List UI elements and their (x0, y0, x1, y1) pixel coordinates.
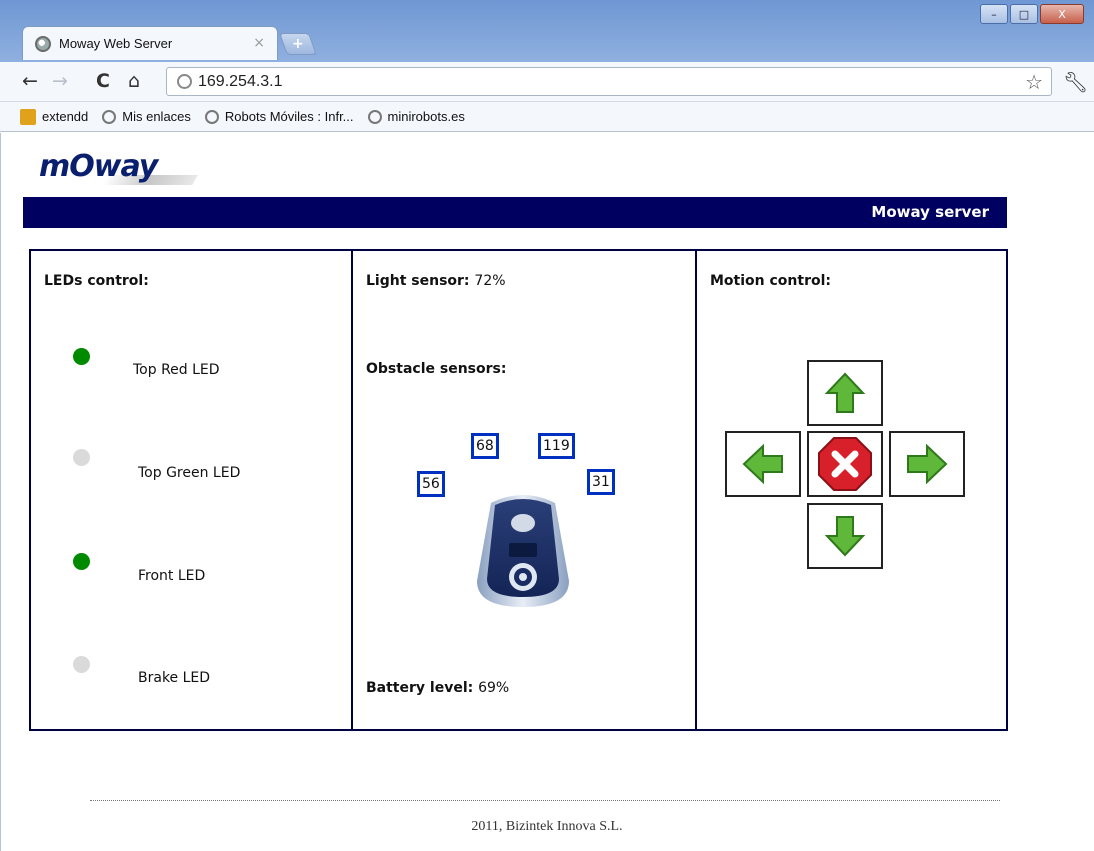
move-forward-button[interactable] (807, 360, 883, 426)
motion-panel: Motion control: (697, 251, 1006, 729)
bookmark-star-icon[interactable]: ☆ (1025, 70, 1043, 94)
browser-tab[interactable]: Moway Web Server × (22, 26, 278, 60)
footer-copyright: 2011, Bizintek Innova S.L. (471, 819, 623, 834)
led-indicator-on[interactable] (73, 348, 90, 365)
wrench-icon[interactable]: 🔧︎ (1063, 70, 1088, 94)
led-label: Top Red LED (133, 362, 220, 378)
globe-icon (177, 74, 192, 89)
bookmark-item[interactable]: Mis enlaces (102, 109, 191, 124)
extension-icon (20, 108, 36, 125)
led-row-front[interactable]: Front LED (31, 553, 351, 584)
minimize-button[interactable]: – (980, 4, 1008, 24)
maximize-button[interactable]: □ (1010, 4, 1038, 24)
led-indicator-off[interactable] (73, 656, 90, 673)
page-edge (0, 133, 10, 851)
turn-right-button[interactable] (889, 431, 965, 497)
url-text: 169.254.3.1 (198, 72, 283, 90)
plus-icon: + (292, 36, 304, 52)
close-window-button[interactable]: X (1040, 4, 1084, 24)
obstacle-value-left-side: 56 (417, 471, 445, 497)
home-icon[interactable]: ⌂ (128, 70, 140, 92)
new-tab-button[interactable]: + (278, 33, 318, 55)
battery-value: 69% (478, 680, 510, 696)
led-row-top-red[interactable]: Top Red LED (31, 348, 351, 378)
bookmarks-bar: extendd Mis enlaces Robots Móviles : Inf… (0, 102, 1094, 132)
turn-left-button[interactable] (725, 431, 801, 497)
tab-close-icon[interactable]: × (253, 35, 265, 51)
light-sensor-readout: Light sensor: 72% (366, 273, 506, 289)
browser-toolbar: ← → C ⌂ 169.254.3.1 ☆ 🔧︎ (0, 62, 1094, 102)
motion-heading: Motion control: (710, 273, 831, 289)
obstacle-value-right-center: 119 (538, 433, 575, 459)
web-page: mOway Moway server LEDs control: Top Red… (0, 133, 1094, 851)
globe-icon (102, 109, 117, 124)
sensors-panel: Light sensor: 72% Obstacle sensors: 56 6… (353, 251, 697, 729)
led-indicator-on[interactable] (73, 553, 90, 570)
control-panels: LEDs control: Top Red LED Top Green LED … (29, 249, 1008, 731)
move-backward-button[interactable] (807, 503, 883, 569)
logo-text: mOway (39, 149, 158, 184)
footer-divider (90, 800, 1000, 801)
arrow-left-icon (742, 443, 783, 485)
bookmark-label: Mis enlaces (122, 109, 191, 124)
bookmark-item[interactable]: Robots Móviles : Infr... (204, 109, 354, 124)
led-label: Front LED (138, 568, 206, 584)
tab-title: Moway Web Server (59, 36, 173, 51)
bookmark-label: extendd (42, 109, 89, 124)
browser-titlebar: – □ X Moway Web Server × + (0, 0, 1094, 62)
bookmark-label: minirobots.es (387, 109, 465, 124)
led-label: Top Green LED (138, 465, 241, 481)
light-sensor-label: Light sensor: (366, 273, 470, 289)
globe-icon (367, 109, 382, 124)
leds-panel: LEDs control: Top Red LED Top Green LED … (31, 251, 353, 729)
battery-label: Battery level: (366, 680, 474, 696)
battery-readout: Battery level: 69% (366, 680, 509, 696)
led-row-top-green[interactable]: Top Green LED (31, 449, 351, 481)
bookmark-label: Robots Móviles : Infr... (224, 109, 354, 124)
forward-arrow-icon[interactable]: → (52, 70, 68, 92)
led-indicator-off[interactable] (73, 449, 90, 466)
stop-button[interactable] (807, 431, 883, 497)
moway-robot-image (477, 495, 569, 607)
obstacle-heading: Obstacle sensors: (366, 361, 507, 377)
back-arrow-icon[interactable]: ← (22, 70, 38, 92)
light-sensor-value: 72% (474, 273, 506, 289)
globe-icon (204, 109, 219, 124)
bookmark-item[interactable]: minirobots.es (367, 109, 465, 124)
moway-logo: mOway (35, 147, 198, 189)
obstacle-value-left-center: 68 (471, 433, 499, 459)
arrow-down-icon (824, 516, 866, 557)
reload-icon[interactable]: C (96, 70, 110, 92)
bookmark-item[interactable]: extendd (20, 108, 89, 125)
arrow-right-icon (907, 443, 948, 485)
leds-heading: LEDs control: (44, 273, 149, 289)
globe-icon (35, 35, 51, 52)
arrow-up-icon (824, 372, 866, 413)
address-bar[interactable]: 169.254.3.1 ☆ (166, 67, 1052, 96)
window-controls: – □ X (978, 4, 1084, 24)
header-banner: Moway server (23, 197, 1007, 228)
led-row-brake[interactable]: Brake LED (31, 656, 351, 686)
obstacle-value-right-side: 31 (587, 469, 615, 495)
led-label: Brake LED (138, 670, 211, 686)
stop-icon (818, 437, 872, 491)
